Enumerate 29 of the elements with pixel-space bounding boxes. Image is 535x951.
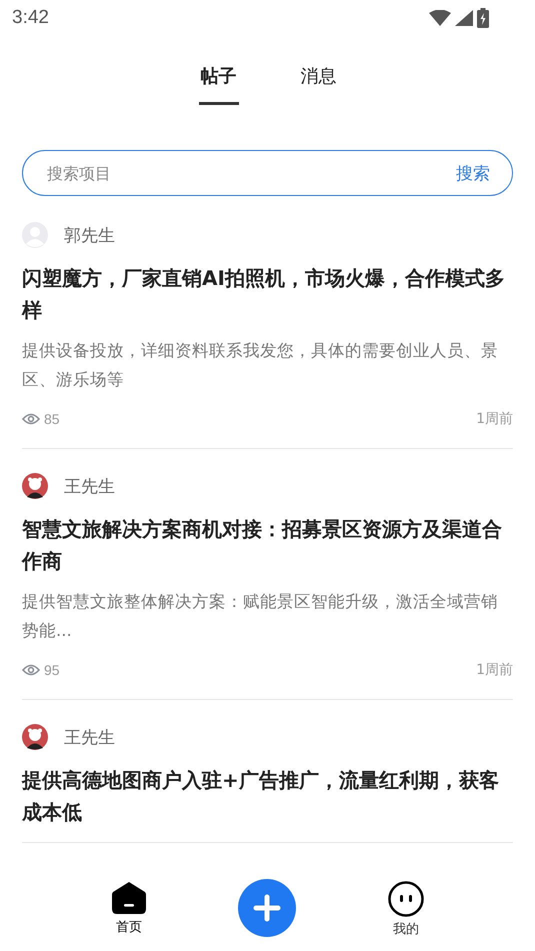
author-name: 王先生 <box>64 476 115 498</box>
profile-tab[interactable]: 我的 <box>388 873 424 938</box>
wifi-icon <box>429 10 451 26</box>
home-tab[interactable]: 首页 <box>111 873 148 936</box>
home-icon <box>111 881 148 915</box>
eye-icon <box>22 412 40 426</box>
avatar-icon <box>22 724 48 750</box>
post-title[interactable]: 智慧文旅解决方案商机对接：招募景区资源方及渠道合作商 <box>22 513 513 577</box>
post-excerpt: 提供智慧文旅整体解决方案：赋能景区智能升级，激活全域营销势能... <box>22 591 499 642</box>
search-button[interactable]: 搜索 <box>456 162 490 184</box>
author-name: 王先生 <box>64 726 115 748</box>
avatar-icon <box>22 473 48 499</box>
eye-icon <box>22 663 40 677</box>
post-excerpt: 提供设备投放，详细资料联系我发您，具体的需要创业人员、景区、游乐场等 <box>22 340 499 391</box>
tab[interactable]: 消息 <box>300 64 336 104</box>
smiley-icon <box>388 881 424 917</box>
post-time: 1周前 <box>476 410 513 428</box>
author-name: 郭先生 <box>64 224 115 246</box>
post-time: 1周前 <box>476 661 513 679</box>
status-time: 3:42 <box>12 7 49 29</box>
post-title[interactable]: 提供高德地图商户入驻+广告推广，流量红利期，获客成本低 <box>22 764 513 828</box>
add-button[interactable] <box>238 879 296 937</box>
battery-icon <box>477 8 489 28</box>
view-count: 95 <box>44 662 60 678</box>
post-title[interactable]: 闪塑魔方，厂家直销AI拍照机，市场火爆，合作模式多样 <box>22 262 513 326</box>
signal-icon <box>455 10 473 26</box>
search-field[interactable]: 搜索项目 搜索 <box>22 150 513 196</box>
tab[interactable]: 帖子 <box>198 64 238 105</box>
view-count: 85 <box>44 411 60 427</box>
